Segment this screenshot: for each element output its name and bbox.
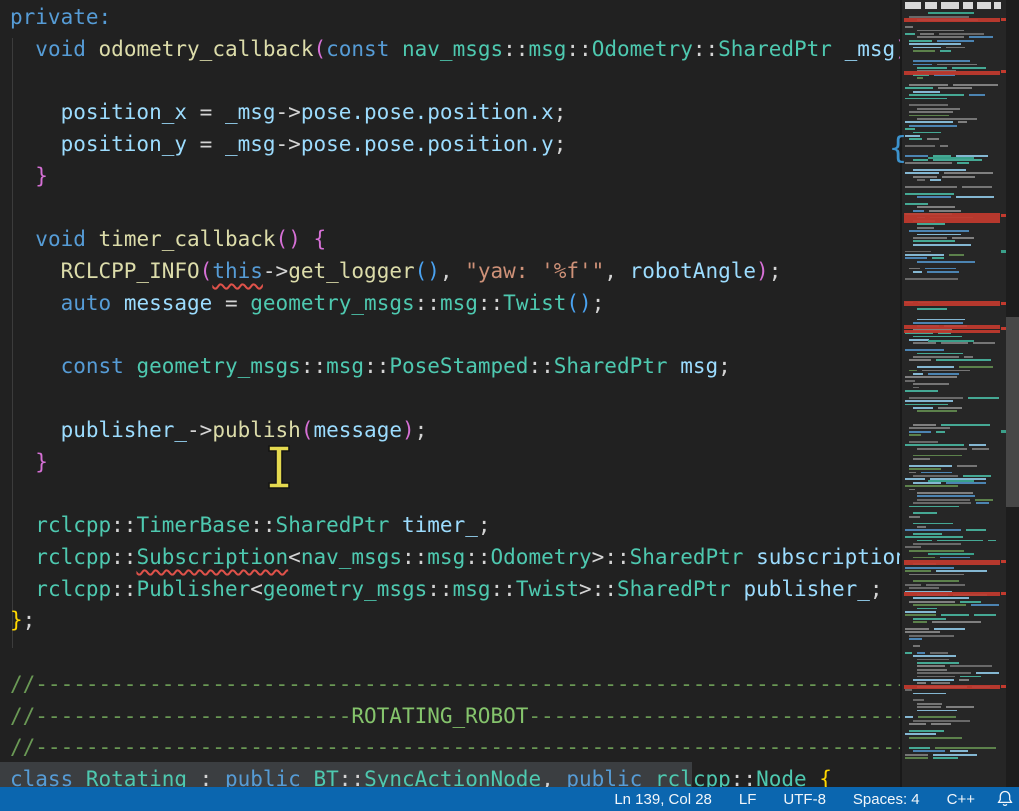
- status-encoding[interactable]: UTF-8: [783, 791, 826, 808]
- code-line: private:: [10, 2, 900, 34]
- code-line: void timer_callback() {: [10, 224, 900, 256]
- code-line: position_y = _msg->pose.pose.position.y;: [10, 129, 900, 161]
- code-line: position_x = _msg->pose.pose.position.x;: [10, 97, 900, 129]
- code-line: rclcpp::Publisher<geometry_msgs::msg::Tw…: [10, 574, 900, 606]
- code-line: class Rotating : public BT::SyncActionNo…: [10, 764, 900, 787]
- code-lines: private: void odometry_callback(const na…: [0, 0, 900, 787]
- code-line: };: [10, 605, 900, 637]
- code-line: [10, 637, 900, 669]
- status-indentation[interactable]: Spaces: 4: [853, 791, 920, 808]
- scrollbar-thumb[interactable]: [1006, 317, 1019, 507]
- code-line: const geometry_msgs::msg::PoseStamped::S…: [10, 351, 900, 383]
- minimap[interactable]: [900, 0, 1008, 787]
- code-line: //--------------------------------------…: [10, 732, 900, 764]
- code-line: //-------------------------ROTATING_ROBO…: [10, 701, 900, 733]
- code-editor[interactable]: private: void odometry_callback(const na…: [0, 0, 900, 787]
- code-line: rclcpp::TimerBase::SharedPtr timer_;: [10, 510, 900, 542]
- code-line: [10, 193, 900, 225]
- video-artifact-glyph: {: [889, 131, 907, 166]
- notifications-bell-icon[interactable]: [997, 790, 1013, 808]
- code-line: }: [10, 447, 900, 479]
- code-line: [10, 320, 900, 352]
- status-eol[interactable]: LF: [739, 791, 757, 808]
- code-line: //--------------------------------------…: [10, 669, 900, 701]
- code-line: publisher_->publish(message);: [10, 415, 900, 447]
- i-beam-cursor: [264, 444, 294, 490]
- scrollbar-track[interactable]: [1006, 0, 1019, 787]
- code-line: void odometry_callback(const nav_msgs::m…: [10, 34, 900, 66]
- code-line: [10, 478, 900, 510]
- code-line: auto message = geometry_msgs::msg::Twist…: [10, 288, 900, 320]
- status-line-col[interactable]: Ln 139, Col 28: [614, 791, 712, 808]
- code-line: [10, 383, 900, 415]
- status-bar: Ln 139, Col 28 LF UTF-8 Spaces: 4 C++: [0, 787, 1019, 811]
- code-line: RCLCPP_INFO(this->get_logger(), "yaw: '%…: [10, 256, 900, 288]
- code-line: [10, 66, 900, 98]
- code-line: rclcpp::Subscription<nav_msgs::msg::Odom…: [10, 542, 900, 574]
- code-line: }: [10, 161, 900, 193]
- status-language[interactable]: C++: [947, 791, 975, 808]
